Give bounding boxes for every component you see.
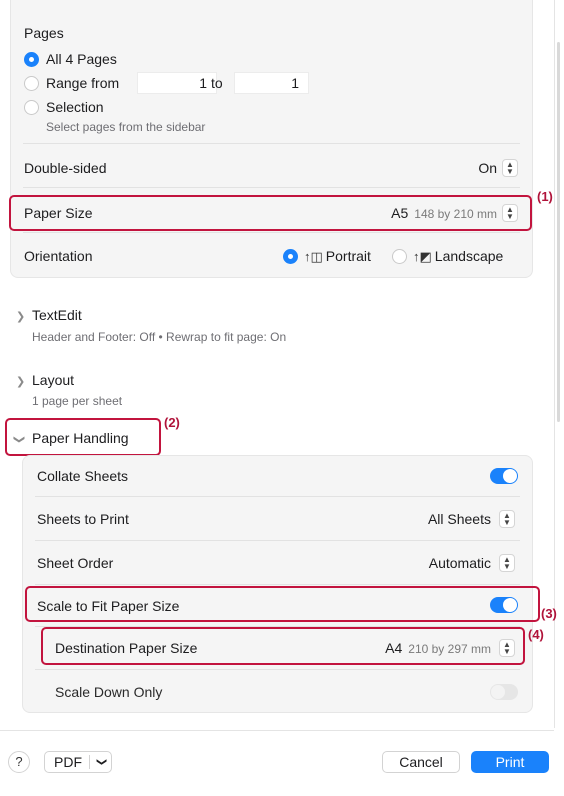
sheets-to-print-value[interactable]: All Sheets: [428, 511, 491, 527]
landscape-icon: ↑◩: [413, 249, 432, 264]
print-button[interactable]: Print: [471, 751, 549, 773]
sheets-to-print-label: Sheets to Print: [37, 511, 129, 527]
radio-portrait[interactable]: [283, 249, 298, 264]
range-from-input[interactable]: 1: [137, 72, 217, 94]
footer-divider: [0, 730, 554, 731]
divider: [35, 669, 520, 670]
stepper-icon[interactable]: ▲ ▼: [499, 510, 515, 528]
textedit-summary: Header and Footer: Off • Rewrap to fit p…: [32, 330, 287, 344]
divider: [35, 496, 520, 497]
landscape-option: ↑◩ Landscape: [413, 248, 503, 265]
radio-landscape[interactable]: [392, 249, 407, 264]
chevron-right-icon[interactable]: ❯: [16, 375, 25, 388]
selection-hint: Select pages from the sidebar: [46, 120, 206, 134]
divider: [23, 232, 520, 233]
print-options-panel: Pages All 4 Pages Range from 1 to 1 Sele…: [10, 0, 533, 278]
chevron-right-icon[interactable]: ❯: [16, 310, 25, 323]
annotation-box-paper-size: [9, 195, 532, 231]
scale-down-only-label: Scale Down Only: [55, 684, 163, 700]
divider: [23, 187, 520, 188]
help-icon[interactable]: ?: [8, 751, 30, 773]
radio-all-pages[interactable]: [24, 52, 39, 67]
layout-section-title[interactable]: Layout: [32, 372, 74, 388]
annotation-box-destination-size: [41, 627, 525, 665]
textedit-section-title[interactable]: TextEdit: [32, 307, 82, 323]
pdf-label: PDF: [54, 754, 82, 770]
pages-title: Pages: [24, 25, 64, 41]
portrait-option: ↑◫ Portrait: [304, 248, 371, 265]
portrait-icon: ↑◫: [304, 249, 323, 264]
scale-down-only-toggle[interactable]: [490, 684, 518, 700]
orientation-label: Orientation: [24, 248, 93, 264]
annotation-box-paper-handling: [5, 418, 161, 456]
annotation-box-scale-to-fit: [25, 586, 540, 622]
stepper-icon[interactable]: ▲ ▼: [502, 159, 518, 177]
cancel-button[interactable]: Cancel: [382, 751, 460, 773]
collate-label: Collate Sheets: [37, 468, 129, 484]
radio-range[interactable]: [24, 76, 39, 91]
collate-toggle[interactable]: [490, 468, 518, 484]
annotation-label-3: (3): [541, 606, 557, 621]
annotation-label-4: (4): [528, 627, 544, 642]
range-to-label: to: [211, 75, 223, 91]
range-to-input[interactable]: 1: [234, 72, 309, 94]
range-label: Range from: [46, 75, 120, 91]
chevron-down-icon: ❯: [96, 757, 108, 767]
paper-handling-panel: Collate Sheets Sheets to Print All Sheet…: [22, 455, 533, 713]
landscape-label: Landscape: [434, 248, 504, 264]
all-pages-label: All 4 Pages: [46, 51, 117, 67]
pdf-divider: [89, 755, 90, 769]
selection-label: Selection: [46, 99, 104, 115]
divider: [23, 143, 520, 144]
sheet-order-label: Sheet Order: [37, 555, 114, 571]
stepper-icon[interactable]: ▲ ▼: [499, 554, 515, 572]
divider: [35, 540, 520, 541]
sheet-order-value[interactable]: Automatic: [429, 555, 491, 571]
scrollbar-thumb[interactable]: [557, 42, 560, 422]
double-sided-value[interactable]: On: [478, 160, 497, 176]
divider: [35, 584, 520, 585]
annotation-label-1: (1): [537, 189, 553, 204]
radio-selection[interactable]: [24, 100, 39, 115]
pdf-menu-button[interactable]: PDF ❯: [44, 751, 112, 773]
portrait-label: Portrait: [325, 248, 371, 264]
annotation-label-2: (2): [164, 415, 180, 430]
double-sided-label: Double-sided: [24, 160, 107, 176]
layout-summary: 1 page per sheet: [32, 394, 123, 408]
